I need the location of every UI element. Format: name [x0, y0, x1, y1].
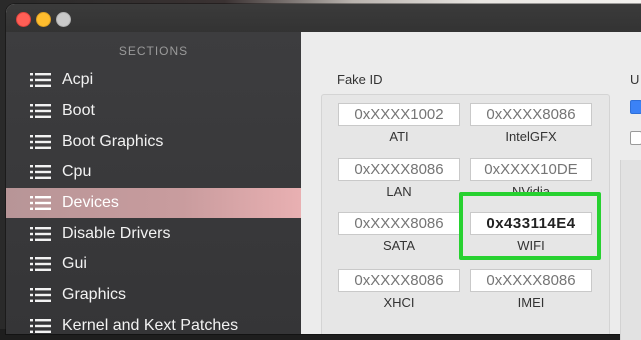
list-icon	[30, 134, 52, 150]
list-icon	[30, 103, 52, 119]
nvidia-fake-id-field[interactable]	[470, 158, 592, 181]
imei-caption: IMEI	[517, 295, 545, 310]
sidebar-item-label: Boot	[62, 102, 95, 120]
right-column-label: U	[630, 72, 640, 87]
sidebar-item-graphics[interactable]: Graphics	[6, 280, 301, 311]
fake-id-label: Fake ID	[337, 72, 383, 87]
sidebar-item-label: Boot Graphics	[62, 132, 164, 150]
intelgfx-caption: IntelGFX	[505, 129, 557, 144]
sidebar-item-label: Kernel and Kext Patches	[62, 316, 239, 334]
sidebar-item-acpi[interactable]: Acpi	[6, 65, 301, 96]
list-icon	[30, 195, 52, 211]
sidebar-item-boot-graphics[interactable]: Boot Graphics	[6, 126, 301, 157]
sidebar-item-label: Disable Drivers	[62, 224, 171, 242]
list-icon	[30, 226, 52, 242]
sidebar-item-label: Devices	[62, 194, 119, 212]
minimize-window-button[interactable]	[36, 12, 51, 27]
sata-fake-id-field[interactable]	[338, 212, 460, 235]
sidebar-item-devices[interactable]: Devices	[6, 187, 301, 219]
lan-fake-id-field[interactable]	[338, 158, 460, 181]
right-panel-edge	[620, 160, 641, 340]
sidebar-item-disable-drivers[interactable]: Disable Drivers	[6, 218, 301, 249]
title-bar	[6, 4, 641, 32]
sections-sidebar: SECTIONS Acpi Boot Boot Graphics Cpu Dev…	[6, 32, 301, 334]
close-window-button[interactable]	[16, 12, 31, 27]
sidebar-item-label: Graphics	[62, 286, 127, 304]
list-icon	[30, 318, 52, 334]
sections-list: Acpi Boot Boot Graphics Cpu Devices Disa…	[6, 65, 301, 334]
sidebar-item-label: Acpi	[62, 71, 94, 89]
sidebar-item-label: Cpu	[62, 163, 92, 181]
right-checkbox[interactable]	[630, 131, 641, 145]
sidebar-item-kernel-and-kext-patches[interactable]: Kernel and Kext Patches	[6, 311, 301, 335]
wifi-highlight-box	[459, 192, 601, 260]
ati-fake-id-field[interactable]	[338, 103, 460, 126]
lan-caption: LAN	[386, 184, 412, 199]
right-checkbox-checked[interactable]	[630, 100, 641, 114]
intelgfx-fake-id-field[interactable]	[470, 103, 592, 126]
sidebar-item-gui[interactable]: Gui	[6, 249, 301, 280]
sidebar-item-boot[interactable]: Boot	[6, 96, 301, 127]
sata-caption: SATA	[382, 238, 416, 253]
list-icon	[30, 287, 52, 303]
sidebar-item-cpu[interactable]: Cpu	[6, 157, 301, 188]
maximize-window-button[interactable]	[56, 12, 71, 27]
list-icon	[30, 164, 52, 180]
imei-fake-id-field[interactable]	[470, 269, 592, 292]
list-icon	[30, 72, 52, 88]
sidebar-item-label: Gui	[62, 255, 87, 273]
xhci-fake-id-field[interactable]	[338, 269, 460, 292]
sidebar-header: SECTIONS	[118, 44, 189, 58]
list-icon	[30, 256, 52, 272]
ati-caption: ATI	[389, 129, 409, 144]
xhci-caption: XHCI	[383, 295, 415, 310]
